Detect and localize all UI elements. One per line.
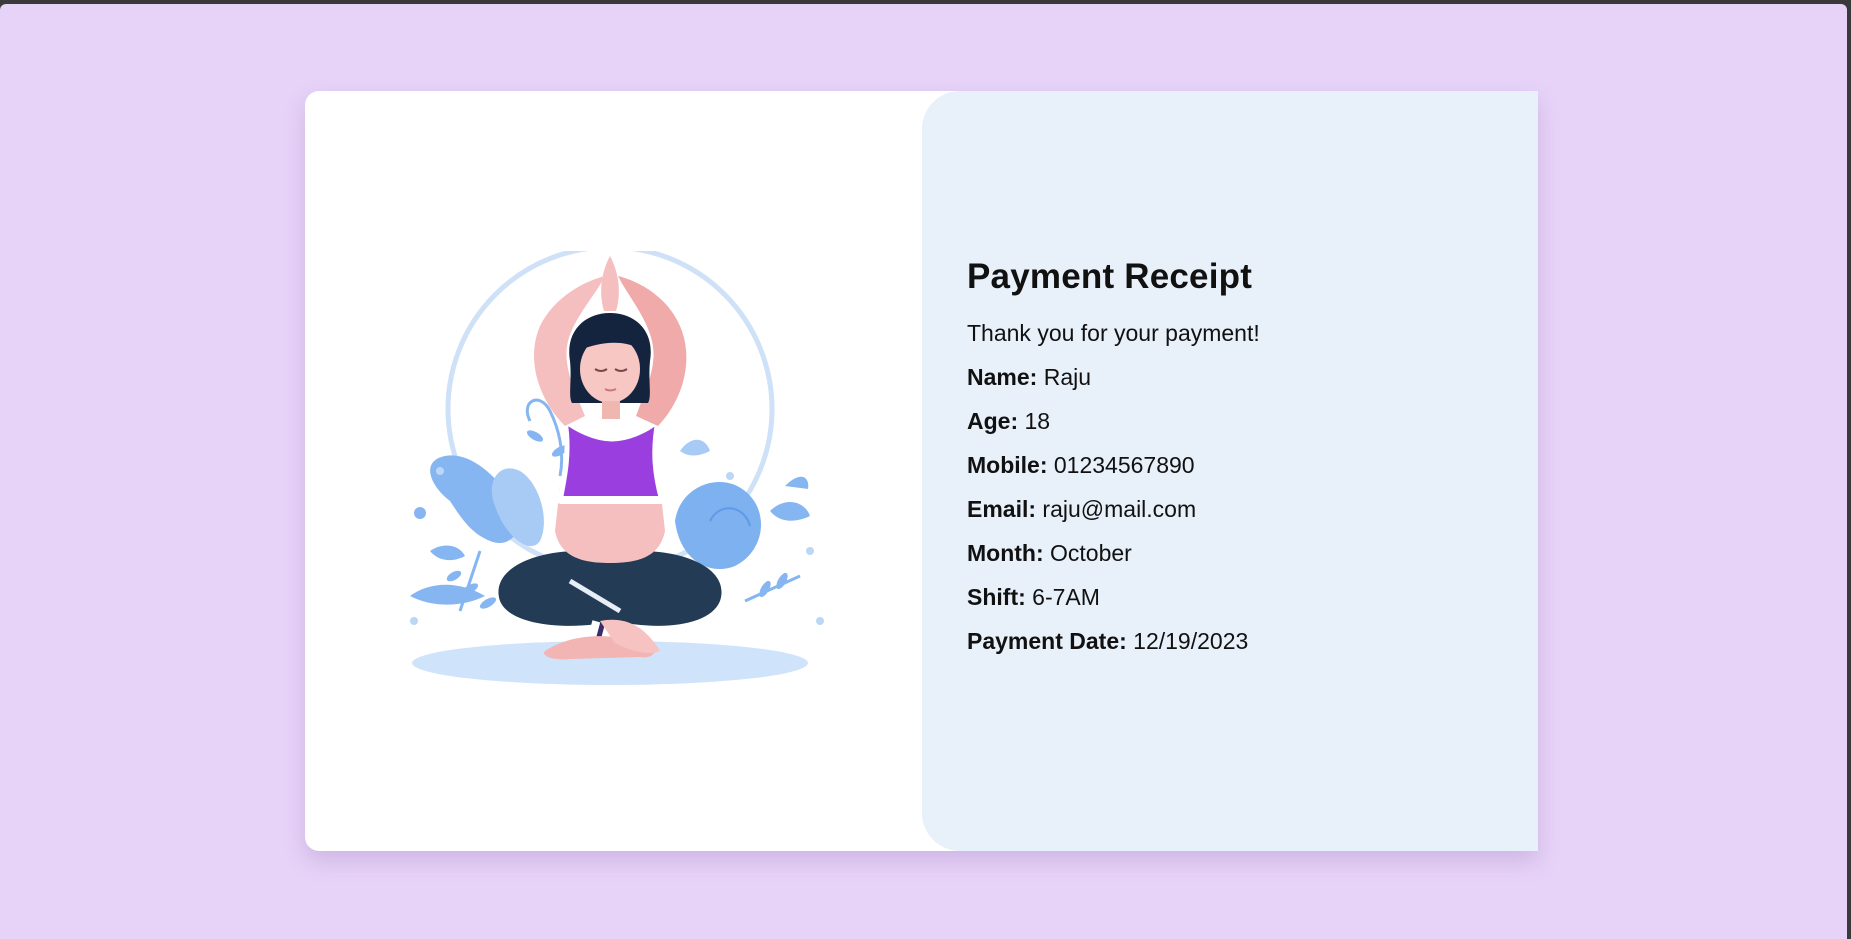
receipt-row-mobile: Mobile: 01234567890 — [967, 450, 1507, 480]
field-value: October — [1050, 540, 1132, 566]
field-label: Month: — [967, 540, 1044, 566]
illustration-panel — [305, 91, 923, 851]
page-background: Payment Receipt Thank you for your payme… — [0, 4, 1847, 939]
thank-you-message: Thank you for your payment! — [967, 320, 1260, 346]
field-label: Payment Date: — [967, 628, 1127, 654]
field-value: 01234567890 — [1053, 452, 1195, 478]
yoga-meditation-illustration — [410, 251, 824, 685]
receipt-row-payment-date: Payment Date: 12/19/2023 — [967, 626, 1507, 656]
field-label: Mobile: — [967, 452, 1048, 478]
field-value: 12/19/2023 — [1133, 628, 1249, 654]
page-title: Payment Receipt — [967, 257, 1253, 296]
receipt-row-age: Age: 18 — [967, 406, 1507, 436]
field-label: Shift: — [967, 584, 1026, 610]
receipt-card: Payment Receipt Thank you for your payme… — [305, 91, 1538, 851]
field-value: Raju — [1043, 364, 1092, 390]
receipt-row-name: Name: Raju — [967, 362, 1507, 392]
torso — [555, 414, 666, 563]
receipt-row-shift: Shift: 6-7AM — [967, 582, 1507, 612]
field-label: Name: — [967, 364, 1038, 390]
receipt-panel: Payment Receipt Thank you for your payme… — [922, 91, 1538, 851]
head — [569, 313, 651, 419]
field-value: 6-7AM — [1032, 584, 1100, 610]
field-value: raju@mail.com — [1042, 496, 1197, 522]
receipt-details: Payment Receipt Thank you for your payme… — [967, 256, 1507, 656]
receipt-row-email: Email: raju@mail.com — [967, 494, 1507, 524]
field-label: Email: — [967, 496, 1037, 522]
field-value: 18 — [1024, 408, 1051, 434]
field-label: Age: — [967, 408, 1019, 434]
receipt-row-month: Month: October — [967, 538, 1507, 568]
